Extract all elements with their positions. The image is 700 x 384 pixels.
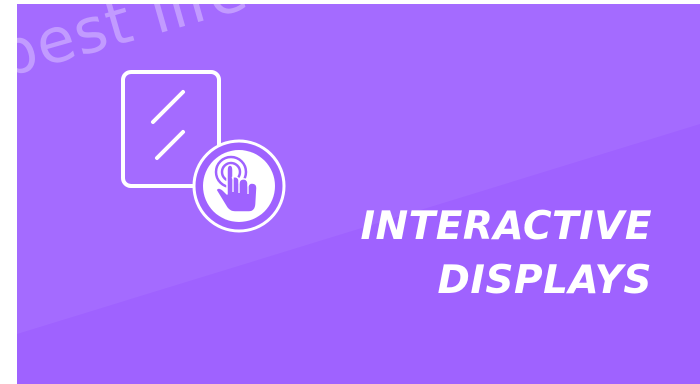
page: INTERACTIVE DISPLAYS best life [0,0,700,384]
headline: INTERACTIVE DISPLAYS [361,200,652,308]
headline-line-2: DISPLAYS [437,258,652,303]
touchscreen-tap-icon [117,66,287,236]
promo-banner: INTERACTIVE DISPLAYS [17,4,700,384]
headline-line-1: INTERACTIVE [360,204,652,249]
